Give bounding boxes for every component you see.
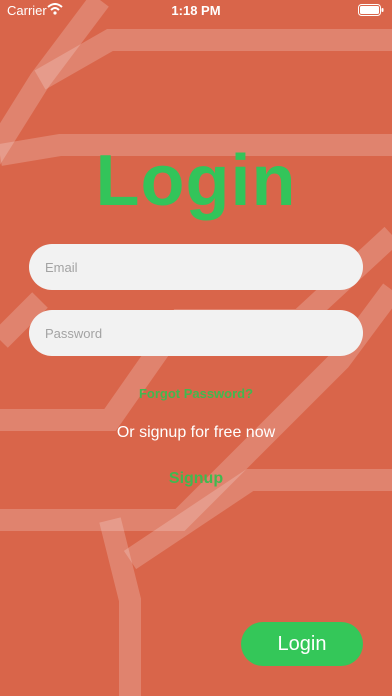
email-field[interactable]	[29, 244, 363, 290]
password-field[interactable]	[29, 310, 363, 356]
status-bar: Carrier 1:18 PM	[0, 0, 392, 22]
page-title: Login	[95, 141, 297, 221]
battery-icon	[358, 4, 384, 19]
login-button-label: Login	[277, 632, 327, 655]
signup-prompt: Or signup for free now	[116, 424, 276, 441]
forgot-password-link[interactable]: Forgot Password?	[0, 386, 392, 401]
clock: 1:18 PM	[171, 3, 221, 18]
login-button[interactable]: Login	[241, 622, 363, 666]
signup-link[interactable]: Signup	[0, 470, 392, 488]
